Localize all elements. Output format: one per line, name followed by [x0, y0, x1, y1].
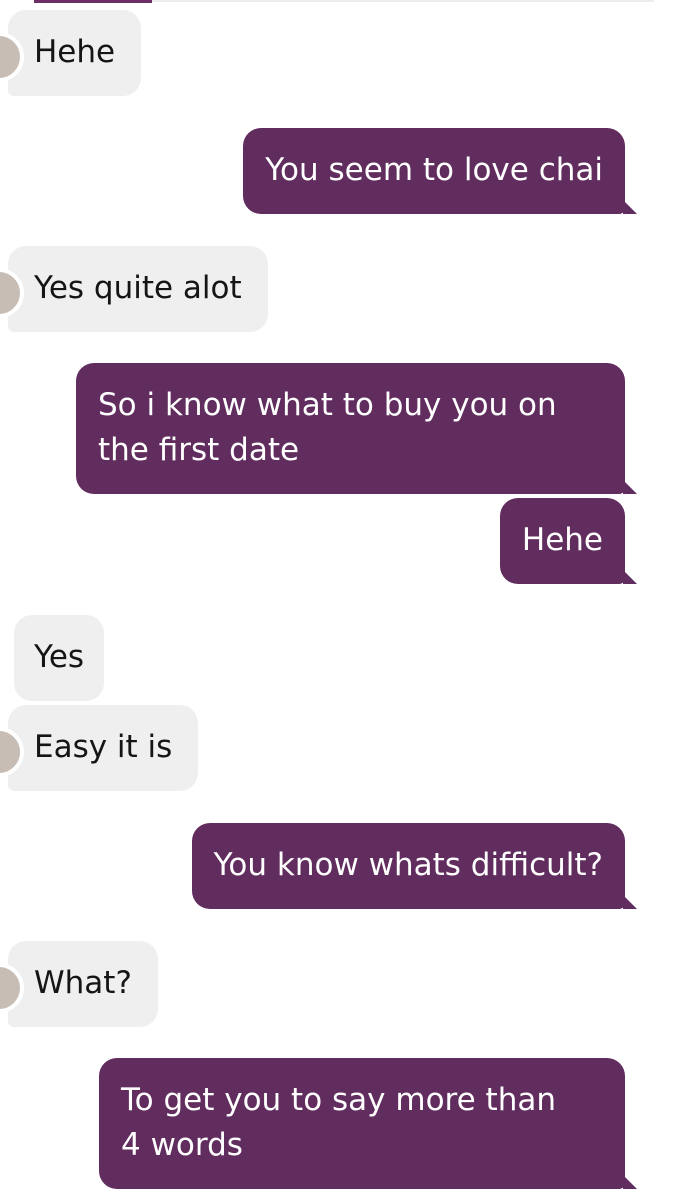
sender-avatar[interactable]: [0, 727, 24, 777]
message-text: You know whats difficult?: [213, 847, 603, 883]
message-text: Easy it is: [34, 729, 173, 765]
outgoing-message: You know whats difficult?: [191, 823, 638, 909]
outgoing-message: You seem to love chai: [243, 128, 637, 214]
incoming-message: Easy it is: [0, 705, 199, 791]
sender-avatar[interactable]: [0, 268, 24, 318]
outgoing-message: Hehe: [499, 498, 638, 584]
outgoing-message: So i know what to buy you on the first d…: [76, 363, 637, 494]
incoming-message: What?: [0, 941, 158, 1027]
message-text: Hehe: [521, 522, 603, 558]
message-text-line-1: So i know what to buy you on: [98, 387, 557, 423]
message-text-line-2: the first date: [98, 432, 300, 468]
outgoing-message: To get you to say more than 4 words: [99, 1058, 637, 1189]
message-text: You seem to love chai: [265, 152, 603, 188]
message-text: Yes: [34, 639, 85, 675]
incoming-message: Yes: [14, 615, 105, 701]
message-text: Yes quite alot: [34, 270, 242, 306]
message-text: Hehe: [34, 34, 116, 70]
message-text-line-2: 4 words: [121, 1127, 243, 1163]
incoming-message: Yes quite alot: [0, 246, 268, 332]
top-accent-bar: [34, 0, 152, 3]
sender-avatar[interactable]: [0, 963, 24, 1013]
incoming-message: Hehe: [0, 10, 142, 96]
sender-avatar[interactable]: [0, 32, 24, 82]
message-text: What?: [34, 965, 132, 1001]
message-text-line-1: To get you to say more than: [121, 1082, 556, 1118]
